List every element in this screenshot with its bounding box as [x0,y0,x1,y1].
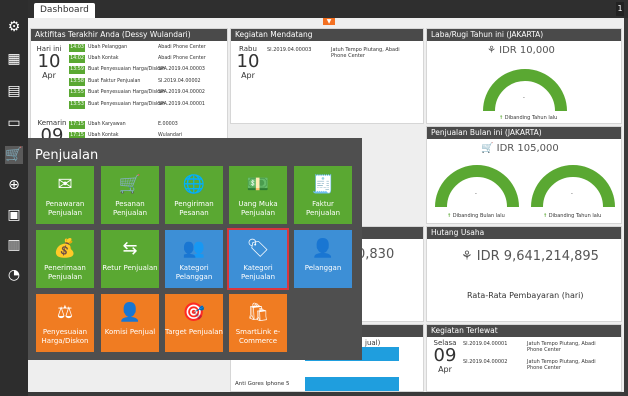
sales-compare-year: ↑ Dibanding Tahun lalu [543,213,602,219]
customer-icon: 👤 [311,238,335,259]
tile-sales-target[interactable]: 🎯 Target Penjualan [165,294,223,352]
settings-icon[interactable]: ⚙ [5,18,23,36]
collapse-button[interactable]: ▼ [323,18,335,25]
tile-sales-category[interactable]: 🏷 Kategori Penjualan [227,228,289,290]
activity-row[interactable]: 13:59 Buat Penyesuaian Harga/DiskonSPA.20… [69,66,205,74]
activity-row[interactable]: 14:03 Ubah Pelanggan Abadi Phone Center [69,44,206,52]
sales-compare-month: ↑ Dibanding Bulan lalu [447,213,505,219]
receipt-icon: 💰 [53,238,77,259]
building-icon[interactable]: ▦ [5,50,23,68]
sales-year-value: - [571,191,573,197]
invoice-icon: 🧾 [311,174,335,195]
sales-month-value: - [475,191,477,197]
tile-sales-quotation[interactable]: ✉ Penawaran Penjualan [36,166,94,224]
cart-icon: 🛒 [481,143,497,154]
activity-row[interactable]: 13:53 Buat Penyesuaian Harga/DiskonSPA.20… [69,101,205,109]
cart-add-icon[interactable]: ⊕ [5,176,23,194]
sales-title: Penjualan Bulan ini (JAKARTA) [427,127,621,139]
activity-row[interactable]: 13:58 Buat Faktur Penjualan SI.2019.04.000… [69,78,201,86]
product-label: Anti Gores Iphone 5 [235,381,290,387]
target-icon: 🎯 [182,302,206,323]
overdue-panel: Kegiatan Terlewat Selasa 09 Apr SI.2019.… [426,324,622,392]
salesperson-icon: 👤 [118,302,142,323]
customers-icon: 👥 [182,238,206,259]
profit-compare: ↑ Dibanding Tahun lalu [499,115,558,121]
quotation-icon: ✉ [57,174,73,195]
profit-panel: Laba/Rugi Tahun ini (JAKARTA) ⚘ IDR 10,0… [426,28,622,124]
tile-customer-category[interactable]: 👥 Kategori Pelanggan [165,230,223,288]
overdue-desc[interactable]: Jatuh Tempo Piutang, Abadi Phone Center [527,341,607,353]
money-icon: 💵 [246,174,270,195]
app-window: ⚙ ▦ ▤ ▭ 🛒 ⊕ ▣ ▥ ◔ Dashboard 1 ▼ Aktifita… [0,0,628,396]
shopping-bag-icon: 🛍 [246,302,270,323]
activity-row[interactable]: 17:15 Ubah Karyawan E.00003 [69,121,178,129]
tile-sales-return[interactable]: ⇆ Retur Penjualan [101,230,159,288]
sales-amount: 🛒 IDR 105,000 [481,143,559,154]
activity-row[interactable]: 13:55 Buat Penyesuaian Harga/DiskonSPA.20… [69,89,205,97]
branch-icon[interactable]: ▥ [5,236,23,254]
tab-bar: Dashboard 1 [28,0,628,18]
profit-title: Laba/Rugi Tahun ini (JAKARTA) [427,29,621,41]
overdue-date: Selasa 09 Apr [433,339,457,374]
wallet-icon[interactable]: ▭ [5,114,23,132]
globe-icon: 🌐 [182,174,206,195]
archive-icon[interactable]: ▣ [5,206,23,224]
debt-avg-label: Rata-Rata Pembayaran (hari) [467,291,584,300]
calculator-icon[interactable]: ▤ [5,82,23,100]
sales-menu-overlay: Penjualan ✉ Penawaran Penjualan 🛒 Pesanan … [28,138,362,360]
tile-customer[interactable]: 👤 Pelanggan [294,230,352,288]
overdue-title: Kegiatan Terlewat [427,325,621,337]
cart-icon: 🛒 [118,174,142,195]
sidebar: ⚙ ▦ ▤ ▭ 🛒 ⊕ ▣ ▥ ◔ [0,0,28,396]
tab-dashboard[interactable]: Dashboard [34,3,95,18]
overdue-ref[interactable]: SI.2019.04.00002 [463,359,507,365]
event-date: Rabu 10 Apr [236,45,260,80]
profit-value: - [523,95,525,101]
tag-icon: 🏷 [246,238,270,259]
activity-date-today: Hari ini 10 Apr [36,45,62,80]
top-products-label: jual) [365,339,381,347]
window-counter[interactable]: 1 [616,2,624,16]
upcoming-events-title: Kegiatan Mendatang [231,29,423,41]
tile-sales-down-payment[interactable]: 💵 Uang Muka Penjualan [229,166,287,224]
overdue-ref[interactable]: SI.2019.04.00001 [463,341,507,347]
debt-icon: ⚘ [461,249,477,264]
tile-smartlink-ecommerce[interactable]: 🛍 SmartLink e-Commerce [229,294,287,352]
activity-row[interactable]: 14:02 Ubah Kontak Abadi Phone Center [69,55,206,63]
debt-panel: Hutang Usaha ⚘ IDR 9,641,214,895 Rata-Ra… [426,226,622,322]
return-icon: ⇆ [122,238,138,259]
sales-menu-title: Penjualan [35,148,99,163]
profit-amount: ⚘ IDR 10,000 [487,45,555,56]
activity-title: Aktifitas Terakhir Anda (Dessy Wulandari… [31,29,227,41]
profit-gauge [483,69,567,112]
pie-chart-icon[interactable]: ◔ [5,266,23,284]
event-desc[interactable]: Jatuh Tempo Piutang, Abadi Phone Center [331,47,411,59]
cart-icon[interactable]: 🛒 [5,146,23,164]
upcoming-events-panel: Kegiatan Mendatang Rabu 10 Apr SI.2019.0… [230,28,424,124]
tile-sales-order[interactable]: 🛒 Pesanan Penjualan [101,166,159,224]
receivable-amount: 0,830 [357,247,395,262]
activity-panel: Aktifitas Terakhir Anda (Dessy Wulandari… [30,28,228,154]
debt-amount: ⚘ IDR 9,641,214,895 [461,249,599,264]
product-bar[interactable] [305,377,399,391]
money-icon: ⚘ [487,45,500,56]
sales-gauge-year [531,165,615,208]
overdue-desc[interactable]: Jatuh Tempo Piutang, Abadi Phone Center [527,359,607,371]
tile-price-adjustment[interactable]: ⚖ Penyesuaian Harga/Diskon [36,294,94,352]
tile-sales-receipt[interactable]: 💰 Penerimaan Penjualan [36,230,94,288]
event-ref[interactable]: SI.2019.04.00003 [267,47,311,53]
scale-icon: ⚖ [56,302,74,323]
tile-delivery-order[interactable]: 🌐 Pengiriman Pesanan [165,166,223,224]
sales-panel: Penjualan Bulan ini (JAKARTA) 🛒 IDR 105,… [426,126,622,224]
sales-gauge-month [435,165,519,208]
debt-title: Hutang Usaha [427,227,621,239]
tile-sales-invoice[interactable]: 🧾 Faktur Penjualan [294,166,352,224]
tile-sales-commission[interactable]: 👤 Komisi Penjual [101,294,159,352]
